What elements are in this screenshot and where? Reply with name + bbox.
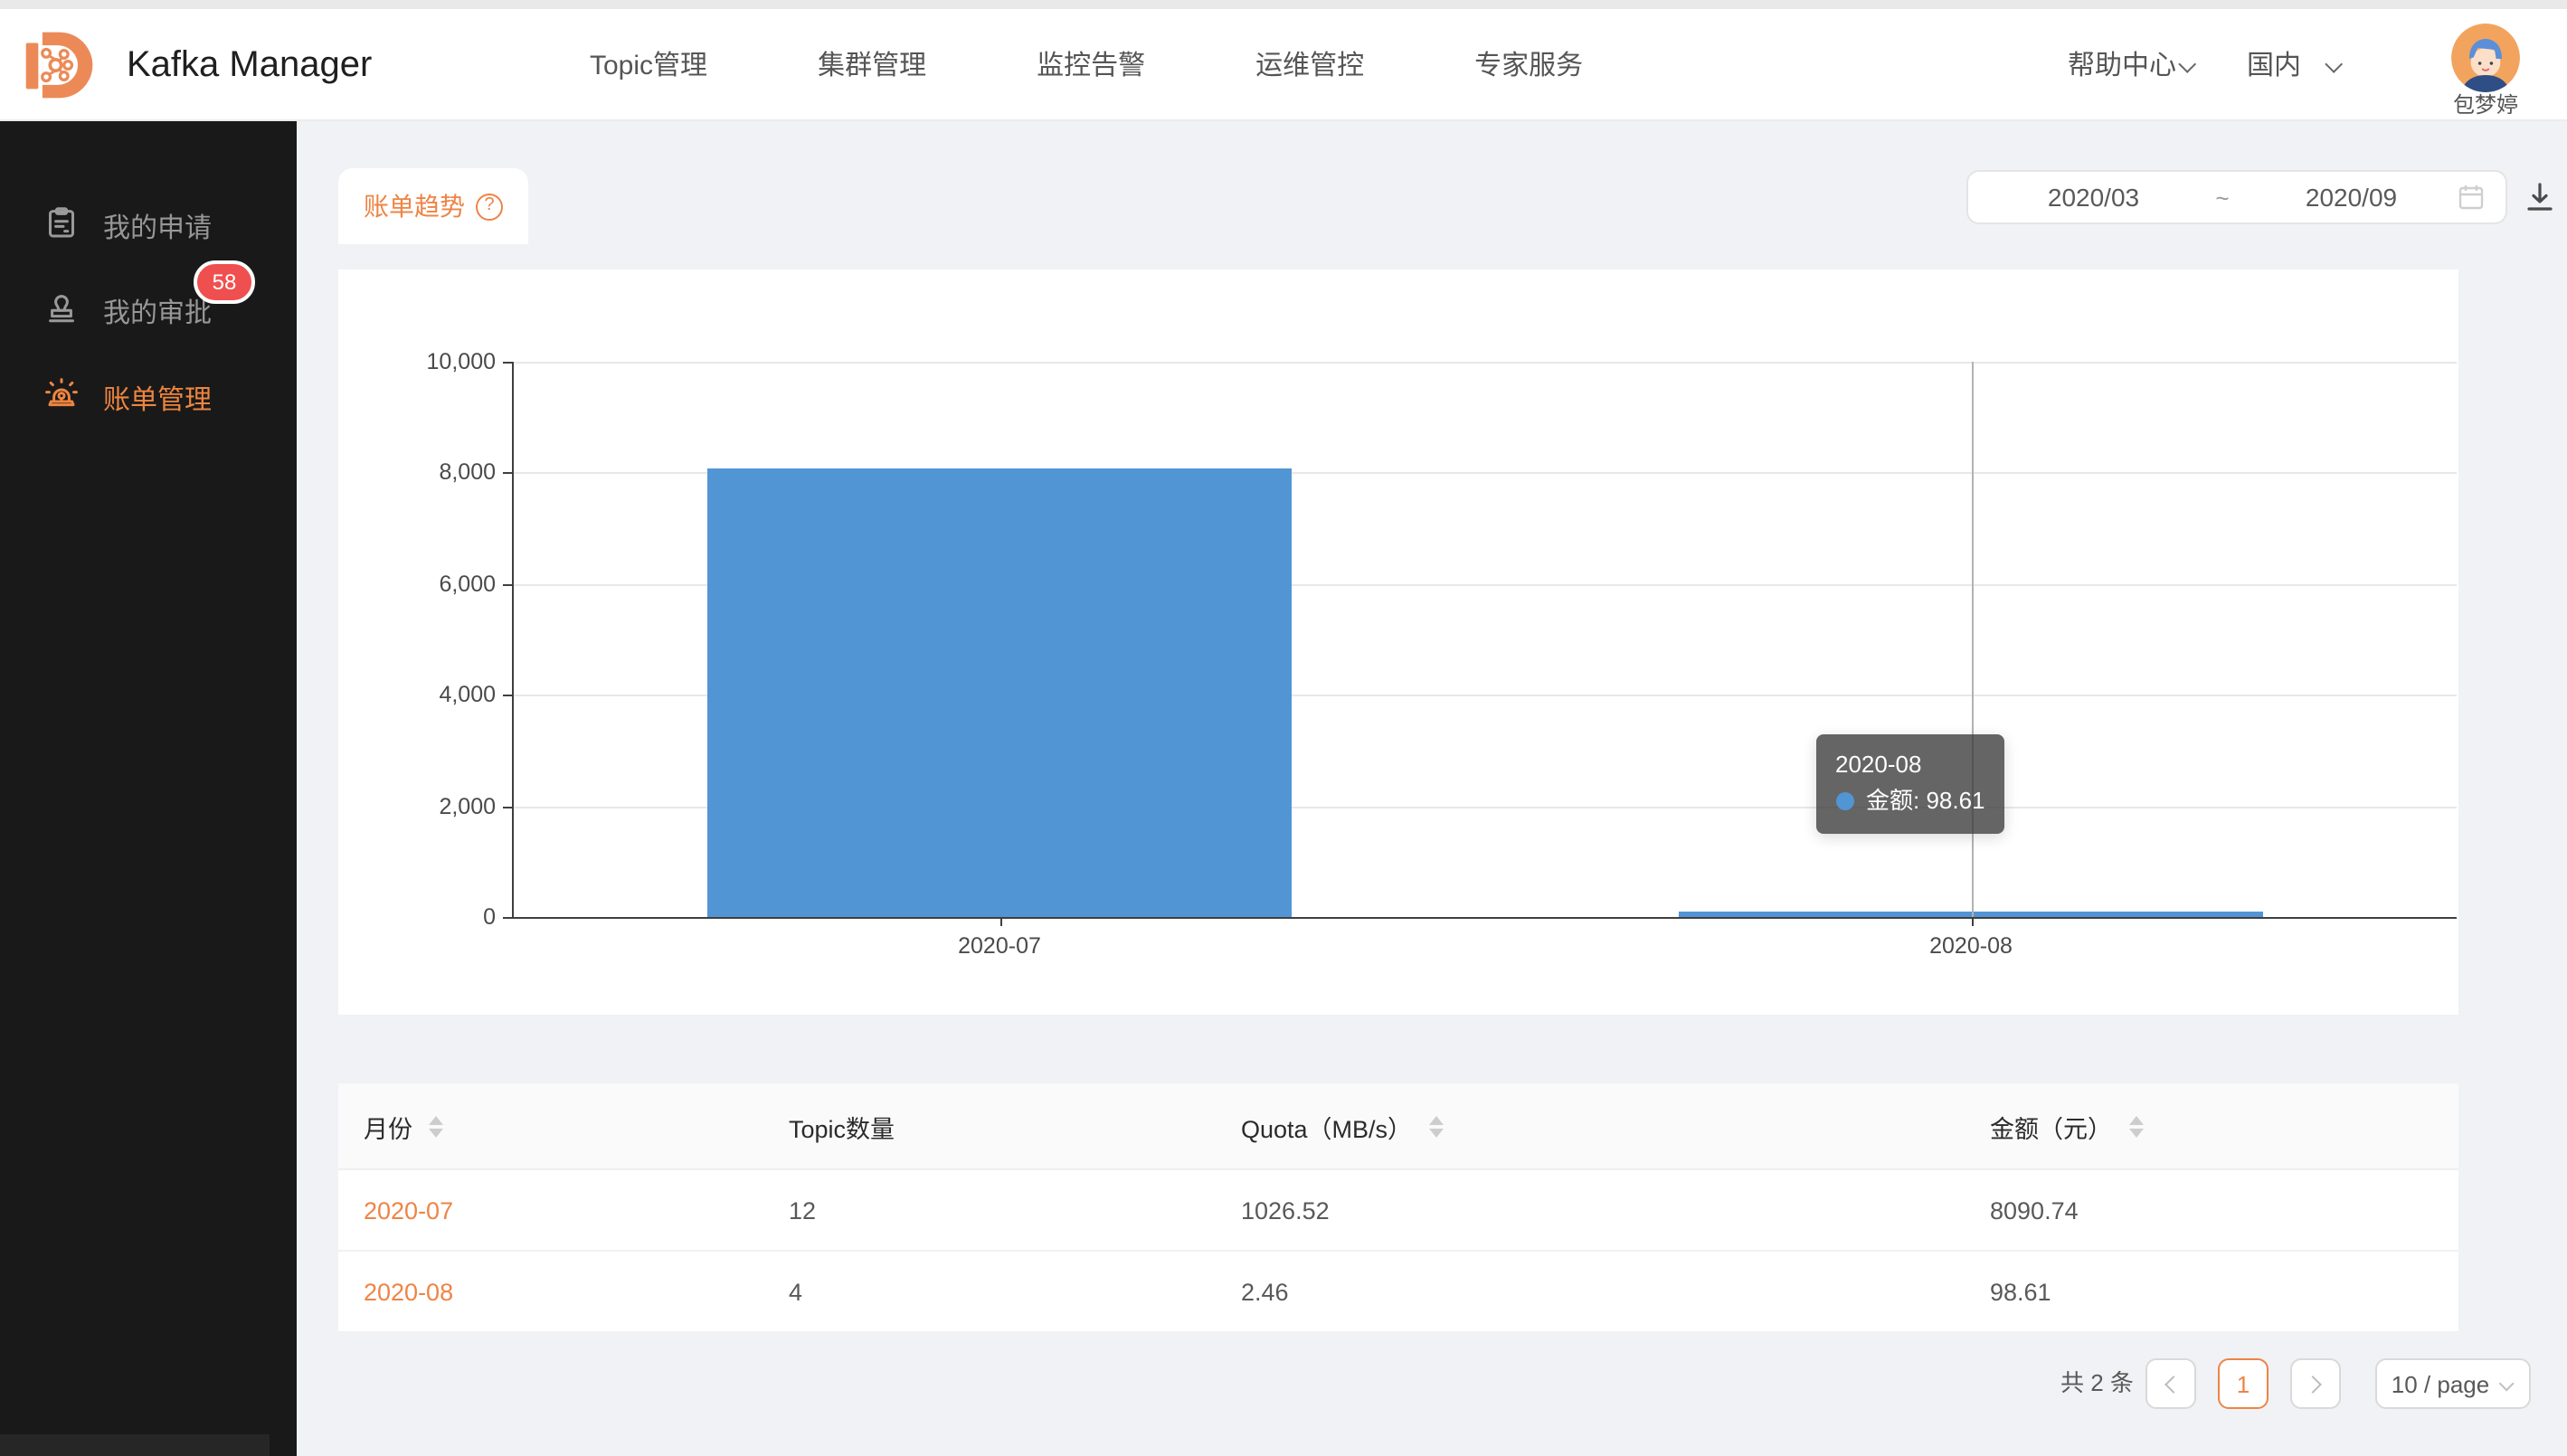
sidebar-item-label: 我的审批	[103, 292, 212, 330]
chart-tooltip: 2020-08 金额: 98.61	[1815, 734, 2005, 834]
table-row: 2020-08 4 2.46 98.61	[338, 1252, 2458, 1333]
sidebar-item-billing[interactable]: 账单管理	[0, 362, 297, 434]
cell-topic-count: 4	[789, 1278, 1241, 1305]
page-size-select[interactable]: 10 / page	[2375, 1358, 2531, 1409]
approval-count-badge: 58	[194, 260, 255, 304]
y-axis-tick	[503, 473, 512, 475]
x-axis-label: 2020-07	[958, 933, 1041, 959]
nav-item-monitor[interactable]: 监控告警	[1037, 45, 1145, 83]
app-header: Kafka Manager Topic管理 集群管理 监控告警 运维管控 专家服…	[0, 9, 2567, 121]
app-title: Kafka Manager	[127, 9, 372, 121]
chevron-down-icon	[2325, 55, 2343, 73]
tooltip-series-dot	[1835, 792, 1853, 810]
region-label: 国内	[2247, 45, 2301, 83]
billing-table-card: 月份 Topic数量 Quota（MB/s） 金额（元） 2020-07 12 …	[338, 1083, 2458, 1333]
col-header-month[interactable]: 月份	[364, 1108, 789, 1144]
stamp-icon	[43, 288, 80, 334]
col-header-quota[interactable]: Quota（MB/s）	[1241, 1108, 1990, 1144]
x-axis-label: 2020-08	[1929, 933, 2013, 959]
nav-item-expert[interactable]: 专家服务	[1474, 45, 1583, 83]
y-axis-label: 0	[483, 904, 496, 930]
cell-topic-count: 12	[789, 1196, 1241, 1224]
y-axis-tick	[503, 695, 512, 696]
chart-plot: 2020-08 金额: 98.61 02,0004,0006,0008,0001…	[512, 362, 2457, 919]
pagination-next-button[interactable]	[2290, 1358, 2341, 1409]
col-header-label: Quota（MB/s）	[1241, 1108, 1412, 1144]
tab-billing-trend[interactable]: 账单趋势 ?	[338, 168, 528, 244]
clipboard-icon	[43, 203, 80, 249]
sidebar-collapse-trigger[interactable]	[0, 1434, 270, 1456]
col-header-label: Topic数量	[789, 1108, 895, 1144]
sidebar-item-label: 我的申请	[103, 207, 212, 245]
billing-trend-chart-card: 2020-08 金额: 98.61 0 2,000 4,000 6,000 8,000 1…	[338, 269, 2458, 1015]
chevron-down-icon	[2178, 55, 2196, 73]
username: 包梦婷	[2424, 89, 2547, 119]
sort-carets-icon	[429, 1115, 443, 1137]
nav-item-ops[interactable]: 运维管控	[1255, 45, 1364, 83]
download-icon[interactable]	[2522, 179, 2558, 215]
y-axis-label: 8,000	[439, 460, 496, 486]
table-row: 2020-07 12 1026.52 8090.74	[338, 1170, 2458, 1252]
y-axis-tick	[503, 584, 512, 586]
y-axis-tick	[503, 362, 512, 364]
tab-label: 账单趋势	[364, 188, 465, 224]
page-size-value: 10 / page	[2392, 1370, 2489, 1397]
nav-item-topic[interactable]: Topic管理	[590, 45, 707, 83]
calendar-icon[interactable]	[2457, 183, 2486, 212]
sidebar-item-label: 账单管理	[103, 379, 212, 417]
cell-quota: 1026.52	[1241, 1196, 1990, 1224]
help-center-label: 帮助中心	[2068, 45, 2176, 83]
y-axis-label: 2,000	[439, 793, 496, 818]
y-axis-label: 6,000	[439, 572, 496, 597]
cell-amount: 98.61	[1990, 1278, 2458, 1305]
col-header-amount[interactable]: 金额（元）	[1990, 1108, 2458, 1144]
chevron-right-icon	[2304, 1375, 2322, 1393]
pagination-prev-button[interactable]	[2145, 1358, 2196, 1409]
date-range-separator: ~	[2199, 184, 2246, 211]
avatar[interactable]	[2451, 24, 2520, 92]
y-gridline	[514, 362, 2457, 364]
sort-carets-icon	[1428, 1115, 1443, 1137]
cell-quota: 2.46	[1241, 1278, 1990, 1305]
date-end-input[interactable]: 2020/09	[2246, 183, 2457, 212]
table-header-row: 月份 Topic数量 Quota（MB/s） 金额（元）	[338, 1083, 2458, 1170]
month-link[interactable]: 2020-07	[364, 1196, 453, 1224]
x-axis-tick	[1971, 917, 1973, 926]
pagination-page-1-button[interactable]: 1	[2218, 1358, 2269, 1409]
help-question-icon[interactable]: ?	[476, 193, 503, 220]
y-axis-label: 10,000	[427, 349, 496, 374]
top-strip	[0, 0, 2567, 9]
tooltip-title: 2020-08	[1835, 747, 1985, 783]
y-axis-label: 4,000	[439, 682, 496, 707]
bar-2020-07[interactable]	[708, 468, 1291, 917]
date-range-picker[interactable]: 2020/03 ~ 2020/09	[1966, 170, 2507, 224]
app-logo-icon	[24, 29, 96, 101]
pagination-total: 共 2 条	[2060, 1358, 2134, 1409]
sidebar: 我的申请 我的审批 58	[0, 121, 297, 1456]
y-axis-tick	[503, 806, 512, 808]
page: Kafka Manager Topic管理 集群管理 监控告警 运维管控 专家服…	[0, 0, 2567, 1456]
chevron-down-icon	[2499, 1376, 2515, 1392]
col-header-topic-count: Topic数量	[789, 1108, 1241, 1144]
siren-icon	[43, 375, 80, 421]
top-nav: Topic管理 集群管理 监控告警 运维管控 专家服务	[590, 9, 1583, 119]
x-axis-tick	[999, 917, 1001, 926]
sidebar-item-my-applications[interactable]: 我的申请	[0, 190, 297, 262]
chevron-left-icon	[2164, 1375, 2183, 1393]
date-start-input[interactable]: 2020/03	[1988, 183, 2199, 212]
cell-amount: 8090.74	[1990, 1196, 2458, 1224]
help-center-menu[interactable]: 帮助中心	[2068, 9, 2196, 119]
sort-carets-icon	[2128, 1115, 2143, 1137]
region-select[interactable]: 国内	[2247, 9, 2343, 119]
tooltip-row: 金额: 98.61	[1835, 783, 1985, 819]
y-axis-tick	[503, 917, 512, 919]
nav-item-cluster[interactable]: 集群管理	[818, 45, 926, 83]
col-header-label: 金额（元）	[1990, 1108, 2112, 1144]
month-link[interactable]: 2020-08	[364, 1278, 453, 1305]
col-header-label: 月份	[364, 1108, 412, 1144]
tooltip-text: 金额: 98.61	[1866, 787, 1985, 814]
